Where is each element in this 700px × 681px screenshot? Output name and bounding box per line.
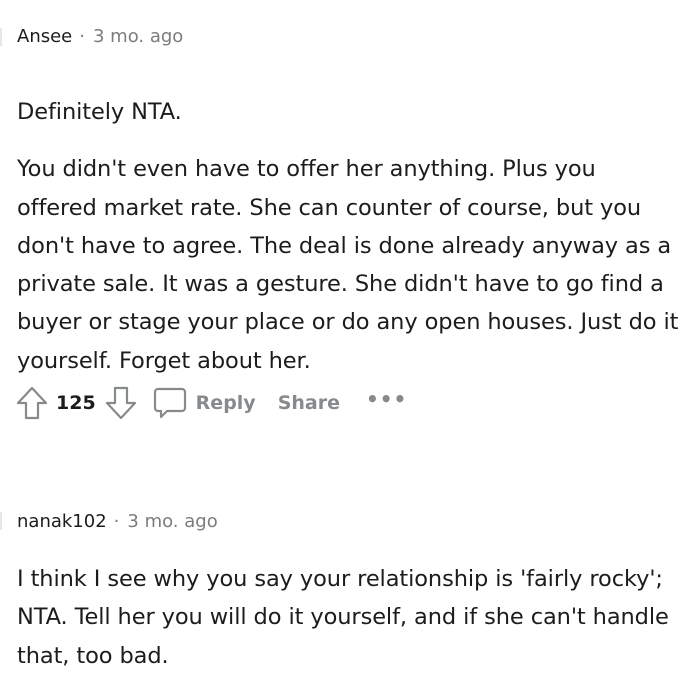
comment: nanak102 · 3 mo. ago I think I see why y… (17, 510, 680, 675)
comment-paragraph: Definitely NTA. (17, 99, 182, 125)
upvote-icon[interactable] (15, 385, 49, 421)
comment-author[interactable]: nanak102 (17, 510, 107, 534)
comment-action-bar: 125 Reply Share ••• (15, 383, 407, 423)
comment-timestamp[interactable]: 3 mo. ago (127, 510, 217, 534)
comment: Ansee · 3 mo. ago Definitely NTA. You di… (17, 25, 680, 380)
comment-bubble-icon[interactable] (152, 385, 188, 421)
thread-line[interactable] (0, 28, 2, 46)
comment-body: Definitely NTA. You didn't even have to … (17, 93, 680, 380)
meta-separator: · (113, 511, 120, 532)
comment-body: I think I see why you say your relations… (17, 560, 680, 675)
comment-meta: Ansee · 3 mo. ago (17, 25, 680, 49)
vote-score: 125 (56, 392, 96, 414)
meta-separator: · (79, 26, 85, 47)
comment-paragraph: You didn't even have to offer her anythi… (17, 156, 679, 374)
comment-meta: nanak102 · 3 mo. ago (17, 510, 680, 534)
more-options-button[interactable]: ••• (366, 387, 407, 411)
comment-author[interactable]: Ansee (17, 25, 72, 49)
thread-line[interactable] (0, 512, 2, 530)
reply-button[interactable]: Reply (196, 392, 256, 414)
comment-timestamp[interactable]: 3 mo. ago (93, 25, 183, 49)
downvote-icon[interactable] (104, 385, 138, 421)
comment-paragraph: I think I see why you say your relations… (17, 566, 669, 669)
share-button[interactable]: Share (278, 392, 340, 414)
